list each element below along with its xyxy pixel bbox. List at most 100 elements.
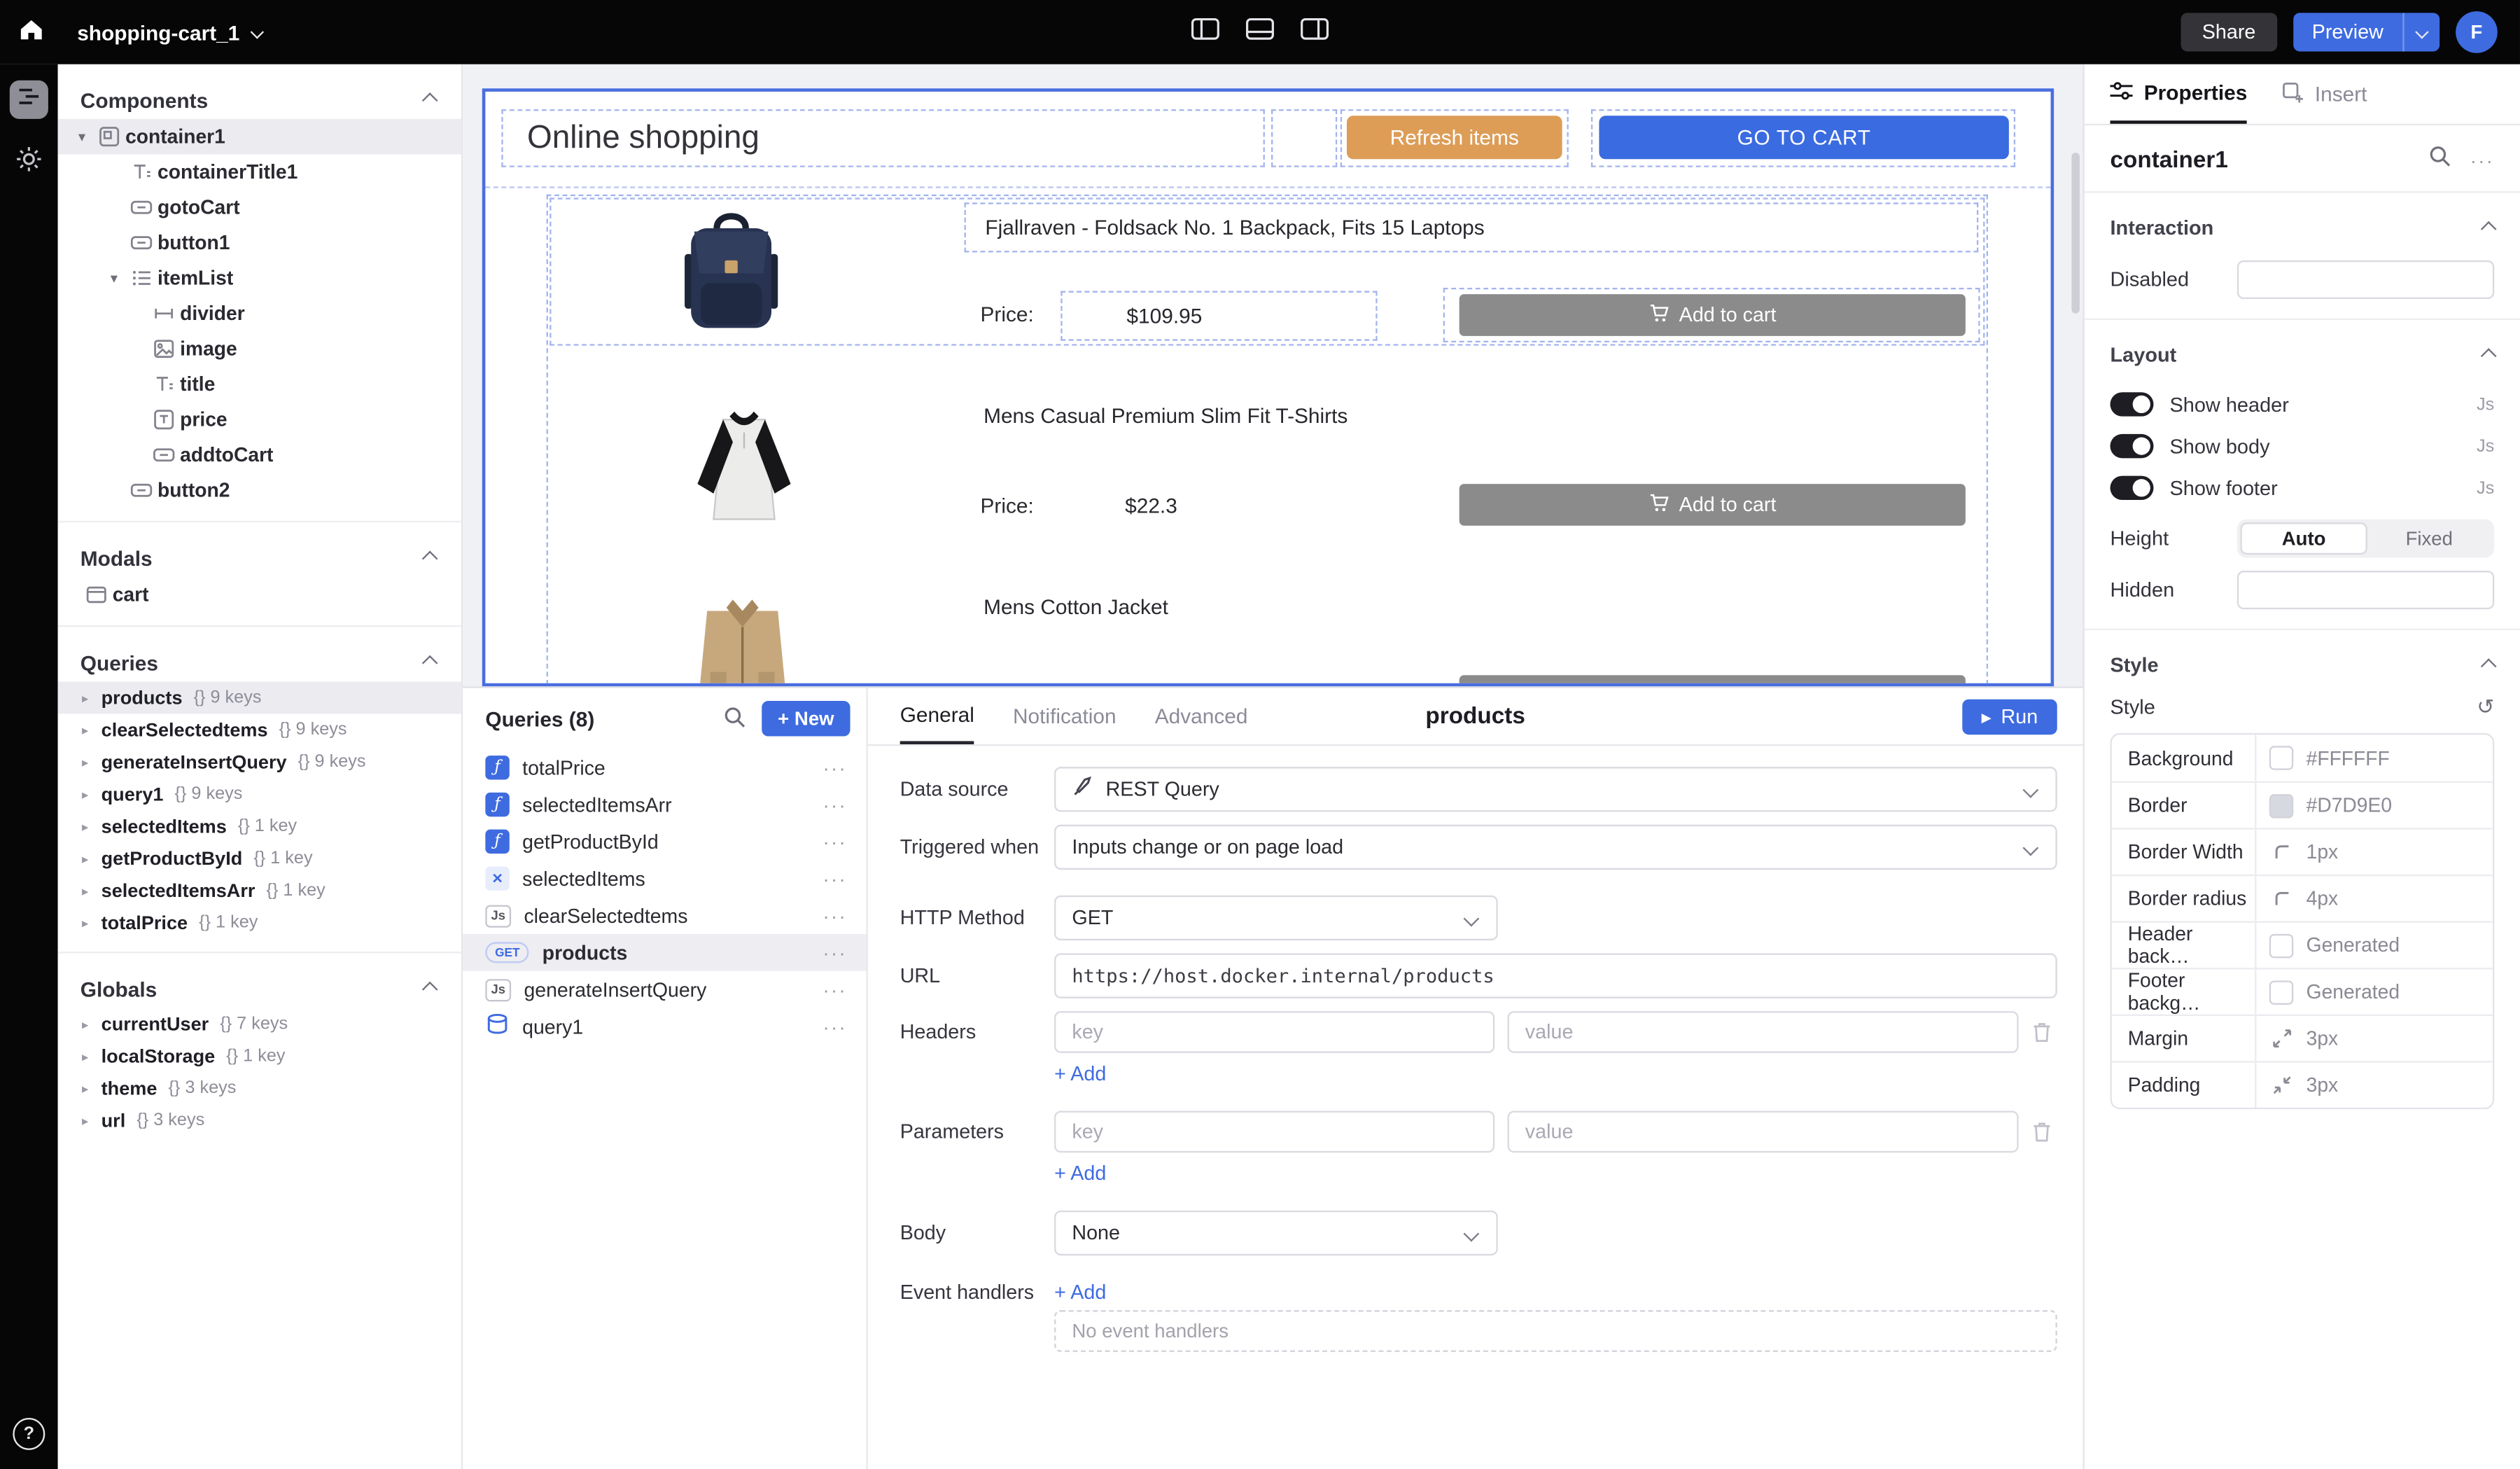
trash-icon[interactable]	[2031, 1021, 2052, 1043]
app-canvas[interactable]: Online shopping Refresh items GO TO CART…	[482, 88, 2054, 686]
tree-item-container1[interactable]: ▾ container1	[58, 119, 461, 155]
tree-item-image[interactable]: image	[58, 331, 461, 367]
tree-item-button1[interactable]: button1	[58, 225, 461, 260]
canvas-scrollbar[interactable]	[2071, 153, 2079, 314]
new-query-button[interactable]: + New	[762, 701, 850, 737]
app-name-menu[interactable]: shopping-cart_1	[77, 20, 262, 44]
kebab-menu-icon[interactable]: ···	[823, 904, 847, 926]
add-to-cart-button[interactable]	[1460, 675, 1966, 686]
global-inspect-currentUser[interactable]: ▸ currentUser {} 7 keys	[58, 1008, 461, 1040]
query-item-clearSelectedtems[interactable]: Js clearSelectedtems ···	[463, 897, 866, 934]
header-key-input[interactable]	[1054, 1011, 1494, 1053]
tab-properties[interactable]: Properties	[2110, 64, 2248, 124]
query-inspect-query1[interactable]: ▸ query1 {} 9 keys	[58, 778, 461, 810]
kebab-menu-icon[interactable]: ···	[823, 793, 847, 816]
caret-down-icon[interactable]: ▾	[103, 270, 125, 287]
color-swatch[interactable]	[2269, 933, 2293, 957]
components-header[interactable]: Components	[58, 81, 461, 119]
kebab-menu-icon[interactable]: ···	[823, 756, 847, 779]
refresh-items-button[interactable]: Refresh items	[1347, 116, 1562, 159]
caret-right-icon[interactable]: ▸	[77, 787, 93, 802]
caret-right-icon[interactable]: ▸	[77, 916, 93, 931]
add-parameter-link[interactable]: + Add	[1054, 1162, 1106, 1185]
height-fixed-option[interactable]: Fixed	[2367, 522, 2491, 555]
js-binding-toggle[interactable]: Js	[2477, 395, 2494, 415]
layout-header[interactable]: Layout	[2110, 336, 2495, 375]
search-icon[interactable]	[723, 705, 746, 732]
preview-button[interactable]: Preview	[2292, 13, 2440, 51]
tree-item-price[interactable]: price	[58, 402, 461, 438]
url-input[interactable]	[1054, 953, 2057, 998]
interaction-header[interactable]: Interaction	[2110, 209, 2495, 247]
caret-right-icon[interactable]: ▸	[77, 690, 93, 705]
header-value-input[interactable]	[1508, 1011, 2019, 1053]
add-header-link[interactable]: + Add	[1054, 1063, 1106, 1085]
global-inspect-url[interactable]: ▸ url {} 3 keys	[58, 1104, 461, 1136]
product-title-widget[interactable]: Fjallraven - Foldsack No. 1 Backpack, Fi…	[965, 202, 1979, 252]
tree-item-button2[interactable]: button2	[58, 473, 461, 508]
kebab-menu-icon[interactable]: ···	[2470, 148, 2494, 171]
user-avatar[interactable]: F	[2456, 11, 2498, 53]
panel-bottom-toggle-icon[interactable]	[1245, 17, 1274, 48]
add-to-cart-button[interactable]: Add to cart	[1460, 484, 1966, 526]
query-inspect-getProductById[interactable]: ▸ getProductById {} 1 key	[58, 842, 461, 875]
height-auto-option[interactable]: Auto	[2240, 522, 2367, 555]
kebab-menu-icon[interactable]: ···	[823, 1015, 847, 1038]
kebab-menu-icon[interactable]: ···	[823, 868, 847, 890]
kebab-menu-icon[interactable]: ···	[823, 978, 847, 1001]
query-item-query1[interactable]: query1 ···	[463, 1008, 866, 1045]
panel-right-toggle-icon[interactable]	[1300, 17, 1329, 48]
hidden-input[interactable]	[2237, 571, 2494, 609]
tree-item-addtoCart[interactable]: addtoCart	[58, 437, 461, 473]
help-button[interactable]: ?	[13, 1418, 45, 1450]
product-title[interactable]: Mens Cotton Jacket	[983, 594, 1168, 618]
tree-item-gotoCart[interactable]: gotoCart	[58, 190, 461, 225]
query-item-totalPrice[interactable]: ƒ totalPrice ···	[463, 749, 866, 786]
product-title[interactable]: Mens Casual Premium Slim Fit T-Shirts	[983, 403, 1348, 427]
tab-general[interactable]: General	[900, 688, 974, 744]
caret-right-icon[interactable]: ▸	[77, 723, 93, 737]
color-swatch[interactable]	[2269, 793, 2293, 817]
home-button[interactable]	[0, 0, 61, 64]
show-header-toggle[interactable]	[2110, 392, 2154, 416]
query-inspect-products[interactable]: ▸ products {} 9 keys	[58, 681, 461, 713]
js-binding-toggle[interactable]: Js	[2477, 478, 2494, 498]
caret-right-icon[interactable]: ▸	[77, 1081, 93, 1096]
disabled-input[interactable]	[2237, 260, 2494, 299]
canvas-title-widget[interactable]: Online shopping	[501, 109, 1265, 167]
query-inspect-generateInsertQuery[interactable]: ▸ generateInsertQuery {} 9 keys	[58, 746, 461, 778]
panel-left-toggle-icon[interactable]	[1191, 17, 1219, 48]
caret-right-icon[interactable]: ▸	[77, 1113, 93, 1128]
reset-style-icon[interactable]: ↺	[2477, 695, 2494, 720]
globals-header[interactable]: Globals	[58, 969, 461, 1008]
queries-header[interactable]: Queries	[58, 643, 461, 681]
query-item-selectedItems[interactable]: × selectedItems ···	[463, 860, 866, 897]
tab-insert[interactable]: Insert	[2283, 64, 2367, 124]
js-binding-toggle[interactable]: Js	[2477, 436, 2494, 456]
show-body-toggle[interactable]	[2110, 434, 2154, 458]
query-item-generateInsertQuery[interactable]: Js generateInsertQuery ···	[463, 971, 866, 1008]
modal-item-cart[interactable]: cart	[58, 577, 461, 613]
color-swatch[interactable]	[2269, 980, 2293, 1003]
kebab-menu-icon[interactable]: ···	[823, 941, 847, 963]
go-to-cart-button[interactable]: GO TO CART	[1599, 116, 2008, 159]
caret-down-icon[interactable]: ▾	[71, 128, 93, 146]
tab-advanced[interactable]: Advanced	[1155, 688, 1248, 744]
show-footer-toggle[interactable]	[2110, 476, 2154, 500]
components-tree-rail-button[interactable]	[10, 81, 48, 119]
caret-right-icon[interactable]: ▸	[77, 884, 93, 898]
settings-rail-button[interactable]	[15, 145, 43, 182]
caret-right-icon[interactable]: ▸	[77, 1017, 93, 1031]
style-header[interactable]: Style	[2110, 646, 2495, 685]
data-source-select[interactable]: REST Query	[1054, 767, 2057, 812]
tree-item-divider[interactable]: divider	[58, 295, 461, 331]
query-inspect-clearSelectedtems[interactable]: ▸ clearSelectedtems {} 9 keys	[58, 713, 461, 746]
price-value-widget[interactable]: $109.95	[1060, 291, 1377, 341]
product-image-tshirt[interactable]	[685, 391, 804, 541]
preview-dropdown[interactable]	[2402, 13, 2440, 51]
triggered-when-select[interactable]: Inputs change or on page load	[1054, 825, 2057, 870]
parameter-value-input[interactable]	[1508, 1111, 2019, 1153]
tree-item-title[interactable]: title	[58, 366, 461, 402]
query-item-products[interactable]: GET products ···	[463, 934, 866, 971]
query-inspect-selectedItems[interactable]: ▸ selectedItems {} 1 key	[58, 810, 461, 842]
